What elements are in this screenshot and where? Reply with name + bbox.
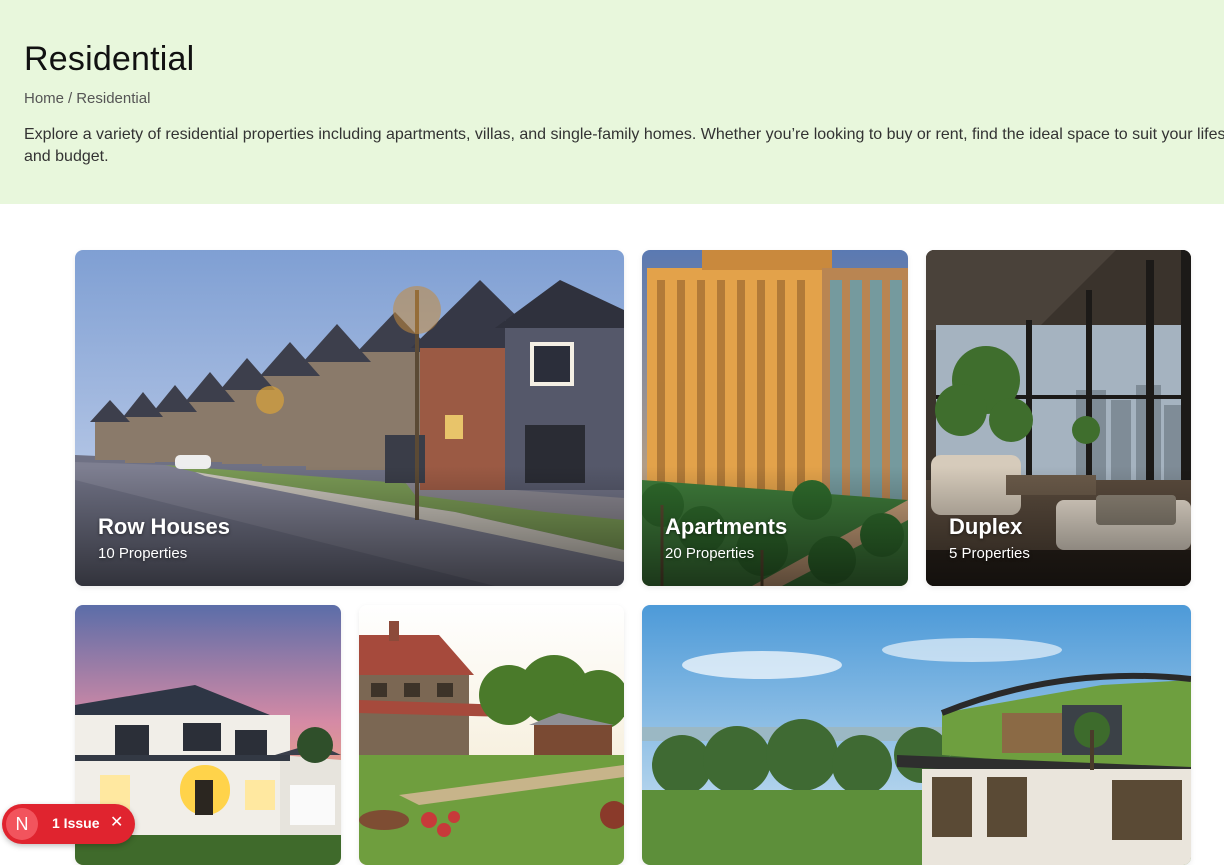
category-card-green-roof-house[interactable]	[642, 605, 1191, 865]
page-header: Residential Home / Residential Explore a v…	[0, 0, 1224, 204]
breadcrumb-home-link[interactable]: Home	[24, 90, 64, 107]
green-roof-house-photo	[642, 605, 1191, 865]
category-card-apartments[interactable]: Apartments 20 Properties	[642, 250, 908, 586]
category-card-duplex[interactable]: Duplex 5 Properties	[926, 250, 1191, 586]
property-count: 20 Properties	[665, 545, 755, 562]
category-card-farmhouse[interactable]	[359, 605, 624, 865]
property-count: 5 Properties	[949, 545, 1030, 562]
farmhouse-photo	[359, 605, 624, 865]
category-card-row-houses[interactable]: Row Houses 10 Properties	[75, 250, 624, 586]
property-count: 10 Properties	[98, 545, 188, 562]
category-title: Row Houses	[98, 514, 231, 539]
breadcrumb: Home / Residential	[24, 90, 150, 107]
issue-count-label: 1 Issue	[52, 815, 100, 831]
issue-badge[interactable]: N 1 Issue ✕	[2, 804, 135, 844]
page-description: Explore a variety of residential propert…	[24, 126, 1224, 165]
category-title: Duplex	[949, 514, 1023, 539]
category-title: Apartments	[665, 514, 788, 539]
n-logo-icon: N	[6, 808, 38, 840]
breadcrumb-current: Residential	[76, 90, 151, 107]
close-icon[interactable]: ✕	[110, 812, 123, 832]
breadcrumb-separator: /	[68, 90, 73, 107]
page-title: Residential	[24, 40, 195, 78]
